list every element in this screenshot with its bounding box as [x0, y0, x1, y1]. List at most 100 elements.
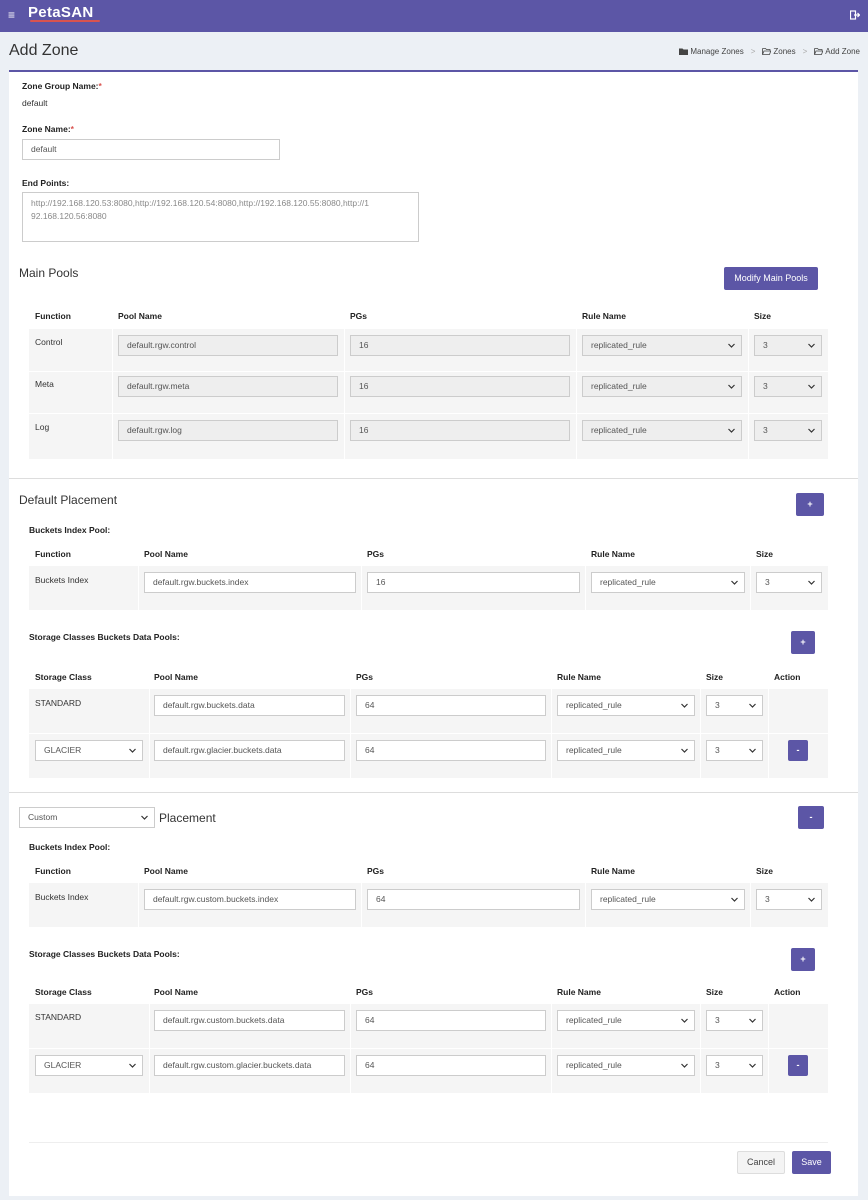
custom-standard-pool-name-input[interactable]: default.rgw.custom.buckets.data: [154, 1010, 345, 1031]
custom-data-pools-label: Storage Classes Buckets Data Pools:: [29, 949, 180, 959]
zone-name-input[interactable]: default: [22, 139, 280, 160]
custom-glacier-pgs-input[interactable]: 64: [356, 1055, 546, 1076]
log-pool-name-input: default.rgw.log: [118, 420, 338, 441]
main-pools-title: Main Pools: [19, 266, 79, 280]
breadcrumb: Manage Zones > Zones > Add Zone: [679, 47, 860, 56]
col-size: Size: [756, 866, 774, 876]
custom-standard-size-select[interactable]: 3: [706, 1010, 763, 1031]
custom-placement-title: Placement: [159, 811, 216, 825]
row-control-function: Control: [35, 337, 63, 347]
custom-glacier-pool-name-input[interactable]: default.rgw.custom.glacier.buckets.data: [154, 1055, 345, 1076]
default-standard-size-select[interactable]: 3: [706, 695, 763, 716]
endpoints-textarea[interactable]: http://192.168.120.53:8080,http://192.16…: [22, 192, 419, 242]
add-storage-class-button[interactable]: +: [791, 631, 815, 654]
remove-storage-class-button[interactable]: -: [788, 1055, 808, 1076]
custom-index-pgs-input[interactable]: 64: [367, 889, 580, 910]
default-placement-title: Default Placement: [19, 493, 118, 507]
chevron-down-icon: [808, 428, 815, 433]
default-index-pool-table: Function Pool Name PGs Rule Name Size Bu…: [29, 540, 828, 610]
control-size-select: 3: [754, 335, 822, 356]
default-glacier-size-select[interactable]: 3: [706, 740, 763, 761]
col-size: Size: [754, 311, 772, 321]
default-index-pgs-input[interactable]: 16: [367, 572, 580, 593]
col-storage-class: Storage Class: [35, 672, 92, 682]
control-pool-name-input: default.rgw.control: [118, 335, 338, 356]
meta-rule-select: replicated_rule: [582, 376, 742, 397]
chevron-down-icon: [141, 815, 148, 820]
col-size: Size: [756, 549, 774, 559]
default-standard-rule-select[interactable]: replicated_rule: [557, 695, 695, 716]
custom-glacier-size-select[interactable]: 3: [706, 1055, 763, 1076]
custom-index-pool-table: Function Pool Name PGs Rule Name Size Bu…: [29, 857, 828, 927]
col-function: Function: [35, 866, 71, 876]
col-action: Action: [774, 987, 801, 997]
folder-open-icon: [762, 48, 772, 55]
logo-underline: [30, 20, 100, 22]
col-action: Action: [774, 672, 801, 682]
default-standard-pgs-input[interactable]: 64: [356, 695, 546, 716]
save-button[interactable]: Save: [792, 1151, 831, 1174]
menu-toggle-icon[interactable]: ≡: [8, 9, 15, 21]
add-storage-class-button[interactable]: +: [791, 948, 815, 971]
custom-standard-pgs-input[interactable]: 64: [356, 1010, 546, 1031]
petasan-logo[interactable]: PetaSAN: [28, 4, 93, 21]
default-glacier-rule-select[interactable]: replicated_rule: [557, 740, 695, 761]
custom-glacier-rule-select[interactable]: replicated_rule: [557, 1055, 695, 1076]
col-rule-name: Rule Name: [582, 311, 626, 321]
section-divider: [9, 792, 858, 793]
breadcrumb-item-zones[interactable]: Zones: [762, 47, 796, 56]
col-pool-name: Pool Name: [144, 866, 188, 876]
placement-name-select[interactable]: Custom: [19, 807, 155, 828]
col-rule-name: Rule Name: [557, 987, 601, 997]
footer-divider: [29, 1142, 828, 1143]
default-glacier-pool-name-input[interactable]: default.rgw.glacier.buckets.data: [154, 740, 345, 761]
col-pool-name: Pool Name: [154, 987, 198, 997]
col-size: Size: [706, 672, 724, 682]
default-glacier-class-select[interactable]: GLACIER: [35, 740, 143, 761]
default-index-pool-name-input[interactable]: default.rgw.buckets.index: [144, 572, 356, 593]
chevron-down-icon: [808, 343, 815, 348]
remove-storage-class-button[interactable]: -: [788, 740, 808, 761]
col-pgs: PGs: [367, 549, 385, 559]
col-pgs: PGs: [356, 672, 374, 682]
sign-out-icon[interactable]: [850, 10, 860, 20]
folder-icon: [679, 48, 689, 55]
modify-main-pools-button[interactable]: Modify Main Pools: [724, 267, 818, 290]
col-storage-class: Storage Class: [35, 987, 92, 997]
meta-size-select: 3: [754, 376, 822, 397]
default-data-pools-table: Storage Class Pool Name PGs Rule Name Si…: [29, 663, 828, 778]
breadcrumb-item-manage-zones[interactable]: Manage Zones: [679, 47, 744, 56]
default-glacier-pgs-input[interactable]: 64: [356, 740, 546, 761]
log-pgs-input: 16: [350, 420, 570, 441]
chevron-down-icon: [681, 748, 688, 753]
custom-standard-rule-select[interactable]: replicated_rule: [557, 1010, 695, 1031]
custom-index-rule-select[interactable]: replicated_rule: [591, 889, 745, 910]
row-buckets-index-function: Buckets Index: [35, 892, 89, 902]
add-zone-form-panel: Zone Group Name:* default Zone Name:* de…: [9, 70, 858, 1196]
default-standard-pool-name-input[interactable]: default.rgw.buckets.data: [154, 695, 345, 716]
default-index-rule-select[interactable]: replicated_rule: [591, 572, 745, 593]
col-pgs: PGs: [356, 987, 374, 997]
col-function: Function: [35, 311, 71, 321]
row-meta-function: Meta: [35, 379, 54, 389]
cancel-button[interactable]: Cancel: [737, 1151, 785, 1174]
col-pgs: PGs: [367, 866, 385, 876]
custom-index-size-select[interactable]: 3: [756, 889, 822, 910]
chevron-down-icon: [808, 580, 815, 585]
chevron-down-icon: [728, 343, 735, 348]
chevron-down-icon: [728, 428, 735, 433]
custom-index-pool-name-input[interactable]: default.rgw.custom.buckets.index: [144, 889, 356, 910]
custom-data-pools-table: Storage Class Pool Name PGs Rule Name Si…: [29, 978, 828, 1093]
col-pool-name: Pool Name: [154, 672, 198, 682]
custom-glacier-class-select[interactable]: GLACIER: [35, 1055, 143, 1076]
chevron-down-icon: [681, 1063, 688, 1068]
default-index-size-select[interactable]: 3: [756, 572, 822, 593]
section-divider: [9, 478, 858, 479]
row-standard-class: STANDARD: [35, 698, 82, 708]
content-header: Add Zone Manage Zones > Zones > Add Zone: [0, 32, 868, 70]
remove-placement-button[interactable]: -: [798, 806, 824, 829]
main-pools-table: Function Pool Name PGs Rule Name Size Co…: [29, 302, 828, 459]
add-placement-button[interactable]: +: [796, 493, 824, 516]
chevron-down-icon: [728, 384, 735, 389]
zone-group-value: default: [22, 98, 48, 108]
